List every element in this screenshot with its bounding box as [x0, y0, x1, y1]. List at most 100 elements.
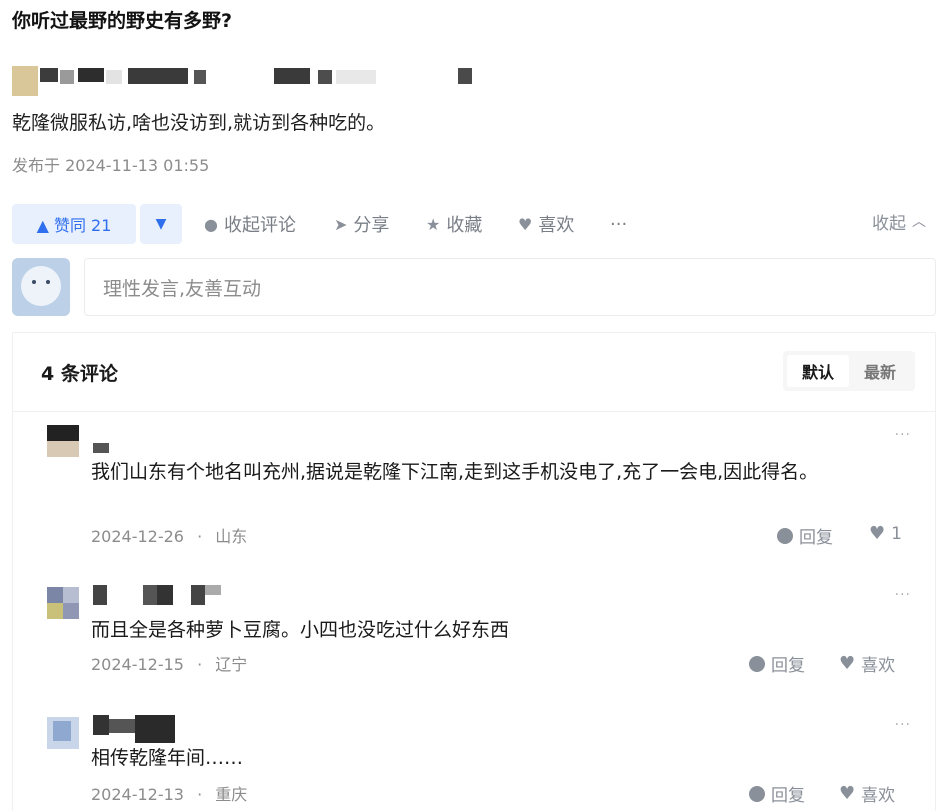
reply-button[interactable]: 回复 — [777, 523, 833, 548]
comment-composer: 理性发言,友善互动 — [12, 258, 936, 320]
like-label: 喜欢 — [861, 786, 896, 806]
collect-button[interactable]: ★ 收藏 — [426, 204, 482, 244]
heart-icon: ♥ — [839, 783, 856, 804]
pixel-block — [78, 68, 104, 82]
share-icon: ➤ — [334, 214, 348, 234]
share-label: 分享 — [353, 215, 390, 236]
comment-date: 2024-12-15 — [91, 655, 184, 674]
reply-button[interactable]: 回复 — [749, 651, 805, 676]
comment-avatar[interactable] — [47, 717, 79, 749]
comment-input[interactable]: 理性发言,友善互动 — [84, 258, 936, 316]
pixel-block — [336, 70, 376, 84]
answer-content: 乾隆微服私访,啥也没访到,就访到各种吃的。 — [12, 112, 386, 134]
upvote-button[interactable]: ▲ 赞同 21 — [12, 204, 136, 244]
answer-action-bar: ▲ 赞同 21 ▼ ● 收起评论 ➤ 分享 ★ 收藏 ♥ 喜欢 ··· 收起 ︿ — [12, 204, 936, 246]
comment-sort-toggle: 默认 最新 — [783, 351, 915, 391]
comment-more-button[interactable]: ··· — [895, 717, 911, 733]
current-user-avatar — [12, 258, 70, 316]
reply-button[interactable]: 回复 — [749, 781, 805, 806]
comment-location: 山东 — [215, 527, 248, 546]
reply-icon — [749, 655, 765, 672]
toggle-comments-label: 收起评论 — [223, 215, 296, 236]
comment-author-name-obscured[interactable] — [93, 585, 233, 607]
author-avatar[interactable] — [12, 66, 38, 96]
heart-icon: ♥ — [839, 653, 856, 674]
pixel-block — [194, 70, 206, 84]
comments-panel: 4 条评论 默认 最新 ··· 我们山东有个地名叫充州,据说是乾隆下江南,走到这… — [12, 332, 936, 811]
comment-meta: 2024-12-13 · 重庆 — [91, 781, 247, 805]
downvote-button[interactable]: ▼ — [140, 204, 182, 244]
pixel-block — [109, 719, 135, 733]
comment-icon: ● — [204, 214, 218, 234]
like-label: 喜欢 — [538, 215, 575, 236]
share-button[interactable]: ➤ 分享 — [334, 204, 389, 244]
comment-more-button[interactable]: ··· — [895, 587, 911, 603]
pixel-block — [47, 587, 63, 603]
comment-avatar[interactable] — [47, 587, 79, 619]
pixel-block — [93, 585, 107, 605]
sort-default-tab[interactable]: 默认 — [787, 355, 849, 387]
pixel-block — [93, 443, 109, 453]
comment-meta: 2024-12-15 · 辽宁 — [91, 651, 247, 675]
question-title[interactable]: 你听过最野的野史有多野? — [12, 6, 232, 33]
comment-date: 2024-12-13 — [91, 785, 184, 804]
pixel-block — [47, 425, 79, 441]
heart-icon: ♥ — [869, 523, 886, 544]
comment-like-button[interactable]: ♥ 1 — [869, 523, 902, 544]
reply-label: 回复 — [771, 786, 805, 806]
comment-more-button[interactable]: ··· — [895, 427, 911, 443]
reply-label: 回复 — [799, 528, 833, 548]
reply-icon — [749, 785, 765, 802]
pixel-block — [205, 585, 221, 595]
like-count: 1 — [891, 523, 902, 544]
avatar-eye — [32, 280, 36, 284]
pixel-block — [63, 603, 79, 619]
pixel-block — [143, 585, 157, 605]
comment-author-name-obscured[interactable] — [93, 715, 183, 745]
collect-label: 收藏 — [446, 215, 483, 236]
pixel-block — [60, 70, 74, 84]
reply-icon — [777, 527, 793, 544]
like-label: 喜欢 — [861, 656, 896, 676]
comment-location: 辽宁 — [215, 655, 248, 674]
divider — [13, 411, 936, 412]
vote-group: ▲ 赞同 21 ▼ — [12, 204, 182, 244]
meta-separator: · — [197, 785, 203, 804]
pixel-block — [191, 585, 205, 605]
pixel-block — [93, 715, 109, 735]
like-button[interactable]: ♥ 喜欢 — [518, 204, 574, 244]
pixel-block — [40, 68, 58, 82]
collapse-answer-button[interactable]: 收起 ︿ — [872, 204, 926, 238]
comment-like-button[interactable]: ♥ 喜欢 — [839, 651, 895, 676]
pixel-block — [157, 585, 173, 605]
avatar-eye — [46, 280, 50, 284]
toggle-comments-button[interactable]: ● 收起评论 — [204, 204, 296, 244]
comments-count: 4 条评论 — [41, 363, 118, 385]
avatar-face — [21, 266, 61, 306]
pixel-block — [135, 715, 175, 743]
reply-label: 回复 — [771, 656, 805, 676]
star-icon: ★ — [426, 214, 441, 234]
heart-icon: ♥ — [518, 214, 533, 234]
more-actions-button[interactable]: ··· — [610, 204, 627, 244]
meta-separator: · — [197, 527, 203, 546]
comment-like-button[interactable]: ♥ 喜欢 — [839, 781, 895, 806]
answer-publish-time: 发布于 2024-11-13 01:55 — [12, 156, 210, 175]
pixel-block — [63, 587, 79, 603]
pixel-block — [47, 603, 63, 619]
sort-latest-tab[interactable]: 最新 — [849, 351, 911, 391]
comment-text: 我们山东有个地名叫充州,据说是乾隆下江南,走到这手机没电了,充了一会电,因此得名… — [91, 461, 819, 483]
author-info-obscured[interactable] — [12, 62, 482, 98]
chevron-up-icon: ︿ — [912, 214, 926, 230]
pixel-block — [128, 68, 188, 84]
comment-location: 重庆 — [215, 785, 248, 804]
pixel-block — [458, 68, 472, 84]
pixel-block — [274, 68, 310, 84]
comment-text: 而且全是各种萝卜豆腐。小四也没吃过什么好东西 — [91, 619, 510, 641]
comment-meta: 2024-12-26 · 山东 — [91, 523, 247, 547]
pixel-block — [53, 721, 71, 741]
meta-separator: · — [197, 655, 203, 674]
comment-author-name-obscured[interactable] — [93, 435, 113, 457]
comment-avatar[interactable] — [47, 425, 79, 457]
comment-date: 2024-12-26 — [91, 527, 184, 546]
